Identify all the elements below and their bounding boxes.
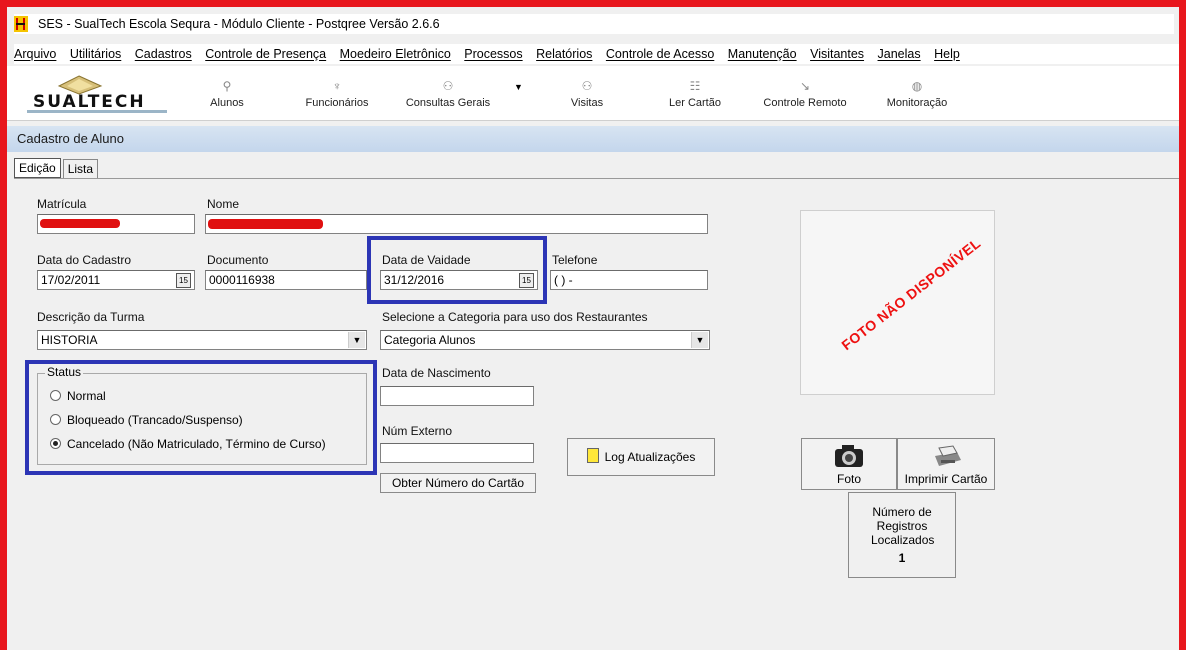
- nome-input[interactable]: [205, 214, 708, 234]
- chevron-down-icon[interactable]: ▼: [691, 332, 708, 348]
- toolbar-alunos-button[interactable]: ⚲ Alunos: [202, 78, 252, 109]
- tab-strip: Edição Lista: [14, 158, 100, 178]
- toolbar-ler-cartao-button[interactable]: ☷ Ler Cartão: [660, 78, 730, 109]
- visits-icon: ⚇: [581, 79, 593, 93]
- log-atualizacoes-label: Log Atualizações: [604, 450, 696, 464]
- documento-label: Documento: [207, 253, 269, 267]
- toolbar-consultas-label: Consultas Gerais: [405, 97, 491, 109]
- data-cadastro-label: Data do Cadastro: [37, 253, 132, 267]
- highlight-box-validade: [367, 236, 547, 304]
- menu-janelas[interactable]: Janelas: [878, 44, 921, 64]
- highlight-box-status: [25, 360, 377, 475]
- window-title: SES - SualTech Escola Sequra - Módulo Cl…: [38, 17, 440, 31]
- menu-manutencao[interactable]: Manutenção: [728, 44, 797, 64]
- turma-label: Descrição da Turma: [37, 310, 145, 324]
- menu-processos[interactable]: Processos: [464, 44, 522, 64]
- card-reader-icon: ☷: [689, 79, 701, 93]
- redaction-mark: [208, 219, 323, 229]
- camera-icon: [835, 445, 863, 467]
- obter-cartao-button[interactable]: Obter Número do Cartão: [380, 473, 536, 493]
- imprimir-cartao-label: Imprimir Cartão: [904, 472, 988, 486]
- matricula-label: Matrícula: [37, 197, 87, 211]
- printer-icon: [935, 445, 961, 466]
- menu-utilitarios[interactable]: Utilitários: [70, 44, 121, 64]
- menu-controle-acesso[interactable]: Controle de Acesso: [606, 44, 714, 64]
- toolbar-alunos-label: Alunos: [210, 97, 244, 109]
- externo-input[interactable]: [380, 443, 534, 463]
- photo-placeholder-text: FOTO NÃO DISPONÍVEL: [838, 234, 984, 354]
- employee-icon: ♆: [332, 79, 342, 93]
- foto-label: Foto: [836, 472, 861, 486]
- toolbar-funcionarios-button[interactable]: ♆ Funcionários: [297, 78, 377, 109]
- toolbar-controle-remoto-label: Controle Remoto: [763, 97, 847, 109]
- categoria-value: Categoria Alunos: [384, 333, 476, 347]
- app-icon: [14, 16, 28, 32]
- telefone-input[interactable]: ( ) -: [550, 270, 708, 290]
- menu-arquivo[interactable]: Arquivo: [14, 44, 56, 64]
- turma-value: HISTORIA: [41, 333, 98, 347]
- toolbar-monitoracao-button[interactable]: ◍ Monitoração: [877, 78, 957, 109]
- menu-relatorios[interactable]: Relatórios: [536, 44, 592, 64]
- menu-visitantes[interactable]: Visitantes: [810, 44, 864, 64]
- telefone-value: ( ) -: [554, 273, 573, 287]
- externo-label: Núm Externo: [382, 424, 453, 438]
- tab-edicao[interactable]: Edição: [14, 158, 61, 178]
- chevron-down-icon[interactable]: ▼: [348, 332, 365, 348]
- documento-input[interactable]: 0000116938: [205, 270, 367, 290]
- telefone-label: Telefone: [552, 253, 598, 267]
- toolbar-consultas-button[interactable]: ⚇ Consultas Gerais: [400, 78, 496, 109]
- menu-help[interactable]: Help: [934, 44, 960, 64]
- menu-bar: Arquivo Utilitários Cadastros Controle d…: [14, 44, 1179, 64]
- remote-control-icon: ↘: [799, 79, 811, 93]
- categoria-label: Selecione a Categoria para uso dos Resta…: [382, 310, 648, 324]
- photo-frame: FOTO NÃO DISPONÍVEL: [800, 210, 995, 395]
- menu-moedeiro[interactable]: Moedeiro Eletrônico: [340, 44, 451, 64]
- tab-divider: [14, 178, 1179, 179]
- documento-value: 0000116938: [209, 273, 275, 287]
- student-icon: ⚲: [222, 79, 232, 93]
- sualtech-logo: SUALTECH: [19, 70, 169, 118]
- log-atualizacoes-button[interactable]: Log Atualizações: [567, 438, 715, 476]
- data-cadastro-input[interactable]: 17/02/2011 15: [37, 270, 195, 290]
- form-title-bar: Cadastro de Aluno: [7, 126, 1179, 152]
- turma-select[interactable]: HISTORIA ▼: [37, 330, 367, 350]
- calendar-icon[interactable]: 15: [176, 273, 191, 288]
- title-bar: SES - SualTech Escola Sequra - Módulo Cl…: [14, 14, 1174, 34]
- registros-value: 1: [898, 551, 906, 565]
- toolbar-ler-cartao-label: Ler Cartão: [669, 97, 721, 109]
- monitor-icon: ◍: [911, 79, 923, 93]
- nascimento-input[interactable]: [380, 386, 534, 406]
- form-title: Cadastro de Aluno: [17, 131, 124, 146]
- document-icon: [586, 448, 599, 463]
- nome-label: Nome: [207, 197, 240, 211]
- chevron-down-icon[interactable]: ▼: [514, 82, 523, 92]
- data-cadastro-value: 17/02/2011: [41, 273, 101, 287]
- menu-cadastros[interactable]: Cadastros: [135, 44, 192, 64]
- logo-text: SUALTECH: [33, 92, 146, 112]
- categoria-select[interactable]: Categoria Alunos ▼: [380, 330, 710, 350]
- nascimento-label: Data de Nascimento: [382, 366, 491, 380]
- redaction-mark: [40, 219, 120, 228]
- imprimir-cartao-button[interactable]: Imprimir Cartão: [897, 438, 995, 490]
- toolbar: SUALTECH ⚲ Alunos ♆ Funcionários ⚇ Consu…: [7, 66, 1179, 121]
- tab-lista[interactable]: Lista: [62, 159, 99, 178]
- foto-button[interactable]: Foto: [801, 438, 897, 490]
- query-icon: ⚇: [442, 79, 454, 93]
- matricula-input[interactable]: [37, 214, 195, 234]
- toolbar-visitas-label: Visitas: [570, 97, 604, 109]
- toolbar-visitas-button[interactable]: ⚇ Visitas: [562, 78, 612, 109]
- toolbar-controle-remoto-button[interactable]: ↘ Controle Remoto: [755, 78, 855, 109]
- menu-controle-presenca[interactable]: Controle de Presença: [205, 44, 326, 64]
- toolbar-funcionarios-label: Funcionários: [305, 97, 369, 109]
- toolbar-monitoracao-label: Monitoração: [886, 97, 948, 109]
- registros-counter: Número de Registros Localizados 1: [848, 492, 956, 578]
- registros-label: Número de Registros Localizados: [871, 505, 935, 547]
